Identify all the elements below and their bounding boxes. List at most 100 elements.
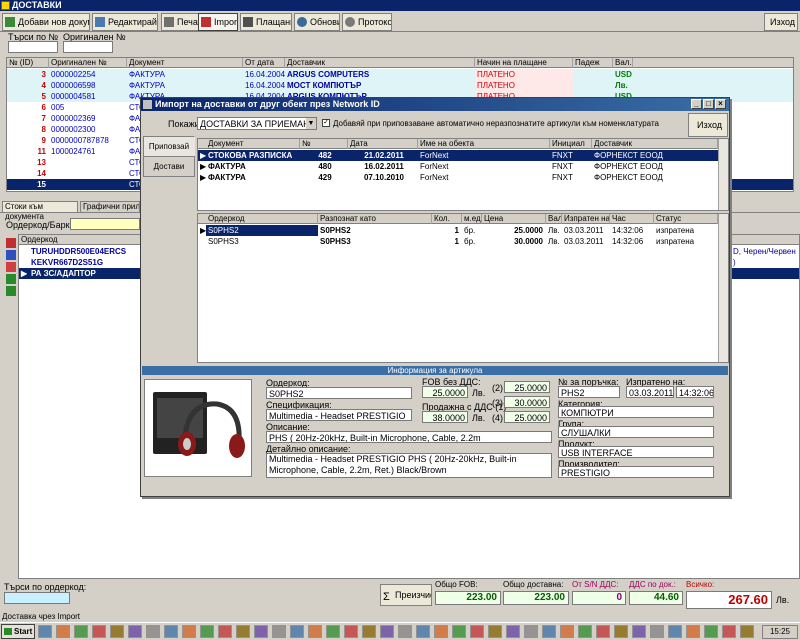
product-field[interactable]: USB INTERFACE — [558, 446, 714, 458]
close-icon[interactable]: × — [715, 99, 726, 109]
price2-field[interactable]: 25.0000 — [504, 381, 550, 393]
taskbar-app-icon[interactable] — [110, 625, 124, 638]
lines-scrollbar[interactable] — [718, 214, 728, 362]
document-row-selected[interactable]: ▶ СТОКОВА РАЗПИСКА 482 21.02.2011 ForNext FNX… — [198, 150, 718, 161]
add-document-button[interactable]: Добави нов документ — [2, 13, 90, 31]
dialog-exit-button[interactable]: Изход — [688, 113, 728, 137]
barcode-input[interactable] — [70, 218, 140, 230]
line-row[interactable]: S0PHS3 S0PHS3 1 бр. 30.0000 Лв. 03.03.2011 14:3… — [198, 236, 718, 247]
spec-field[interactable]: Multimedia - Headset PRESTIGIO — [266, 409, 412, 421]
cell-date: 16.04.2004 — [245, 81, 285, 90]
cell-cur: Лв. — [615, 81, 628, 90]
taskbar-app-icon[interactable] — [704, 625, 718, 638]
cell-init: FNXT — [552, 151, 573, 160]
tab-deliveries[interactable]: Достави — [143, 156, 195, 177]
auto-add-checkbox[interactable]: ✓ — [322, 119, 330, 127]
exit-button[interactable]: Изход — [764, 13, 798, 31]
maker-field[interactable]: PRESTIGIO — [558, 466, 714, 478]
sale-field[interactable]: 38.0000 — [422, 411, 468, 423]
taskbar-app-icon[interactable] — [218, 625, 232, 638]
edit-button[interactable]: Редактирай — [92, 13, 158, 31]
taskbar-app-icon[interactable] — [470, 625, 484, 638]
price3-field[interactable]: 30.0000 — [504, 396, 550, 408]
taskbar-app-icon[interactable] — [560, 625, 574, 638]
taskbar-app-icon[interactable] — [722, 625, 736, 638]
taskbar-app-icon[interactable] — [596, 625, 610, 638]
taskbar-app-icon[interactable] — [452, 625, 466, 638]
tab-receive[interactable]: Приповзай — [143, 136, 195, 157]
tab-graphs[interactable]: Графични прилож — [80, 201, 140, 213]
taskbar-app-icon[interactable] — [506, 625, 520, 638]
cell-time: 14:32:06 — [612, 226, 644, 235]
taskbar-app-icon[interactable] — [650, 625, 664, 638]
start-button[interactable]: Start — [1, 624, 35, 639]
arrow-icon[interactable] — [6, 262, 16, 272]
group-field[interactable]: СЛУШАЛКИ — [558, 426, 714, 438]
protocol-button[interactable]: Протокол — [342, 13, 392, 31]
category-field[interactable]: КОМПЮТРИ — [558, 406, 714, 418]
taskbar-app-icon[interactable] — [614, 625, 628, 638]
ordercode-field[interactable]: S0PHS2 — [266, 387, 412, 399]
taskbar-app-icon[interactable] — [668, 625, 682, 638]
detail-field[interactable]: Multimedia - Headset PRESTIGIO PHS ( 20H… — [266, 453, 552, 478]
sent-date-field[interactable]: 03.03.2011 — [626, 386, 674, 398]
add-item-icon[interactable] — [6, 238, 16, 248]
document-row[interactable]: ▶ ФАКТУРА 429 07.10.2010 ForNext FNXT ФОРНЕКСТ… — [198, 172, 718, 183]
footer-search-input[interactable] — [4, 592, 70, 604]
documents-grid[interactable]: Документ № Дата Име на обекта Инициал До… — [197, 138, 729, 211]
taskbar-app-icon[interactable] — [398, 625, 412, 638]
taskbar-app-icon[interactable] — [182, 625, 196, 638]
taskbar-app-icon[interactable] — [686, 625, 700, 638]
maximize-icon[interactable]: □ — [703, 99, 714, 109]
payments-button[interactable]: Плащания — [240, 13, 292, 31]
show-select[interactable]: ДОСТАВКИ ЗА ПРИЕМАНЕ ▼ — [197, 117, 317, 130]
tab-items[interactable]: Стоки към документа — [2, 201, 78, 221]
taskbar-app-icon[interactable] — [542, 625, 556, 638]
taskbar-app-icon[interactable] — [200, 625, 214, 638]
taskbar-app-icon[interactable] — [74, 625, 88, 638]
search-by-no-input[interactable] — [8, 41, 58, 53]
price4-field[interactable]: 25.0000 — [504, 411, 550, 423]
table-row[interactable]: 3 0000002254 ФАКТУРА 16.04.2004 ARGUS COMPUT… — [7, 69, 793, 80]
taskbar-app-icon[interactable] — [272, 625, 286, 638]
taskbar-app-icon[interactable] — [308, 625, 322, 638]
taskbar-app-icon[interactable] — [290, 625, 304, 638]
documents-scrollbar[interactable] — [718, 139, 728, 210]
table-row[interactable]: 4 0000006598 ФАКТУРА 16.04.2004 МОСТ КОМПЮТЪ… — [7, 80, 793, 91]
recalc-button[interactable]: ΣПреизчисли — [380, 584, 432, 606]
taskbar-app-icon[interactable] — [236, 625, 250, 638]
line-row-selected[interactable]: ▶ S0PHS2 S0PHS2 1 бр. 25.0000 Лв. 03.03.2011 14:… — [198, 225, 718, 236]
taskbar-app-icon[interactable] — [92, 625, 106, 638]
sent-time-field[interactable]: 14:32:06 — [676, 386, 714, 398]
taskbar-app-icon[interactable] — [362, 625, 376, 638]
document-row[interactable]: ▶ ФАКТУРА 480 16.02.2011 ForNext FNXT ФОРНЕКСТ… — [198, 161, 718, 172]
cell-supplier: ФОРНЕКСТ ЕООД — [594, 162, 663, 171]
taskbar-app-icon[interactable] — [128, 625, 142, 638]
original-no-input[interactable] — [63, 41, 113, 53]
taskbar-app-icon[interactable] — [56, 625, 70, 638]
import-button[interactable]: Import — [198, 13, 238, 31]
taskbar-app-icon[interactable] — [434, 625, 448, 638]
taskbar-app-icon[interactable] — [524, 625, 538, 638]
taskbar-app-icon[interactable] — [344, 625, 358, 638]
taskbar-app-icon[interactable] — [326, 625, 340, 638]
swap-icon[interactable] — [6, 250, 16, 260]
taskbar-app-icon[interactable] — [146, 625, 160, 638]
taskbar-app-icon[interactable] — [740, 625, 754, 638]
lines-grid[interactable]: Ордеркод Разпознат като Кол. м.ед. Цена … — [197, 213, 729, 363]
taskbar-app-icon[interactable] — [380, 625, 394, 638]
taskbar-app-icon[interactable] — [164, 625, 178, 638]
excel-icon[interactable] — [6, 274, 16, 284]
taskbar-app-icon[interactable] — [578, 625, 592, 638]
minimize-icon[interactable]: _ — [691, 99, 702, 109]
taskbar-app-icon[interactable] — [38, 625, 52, 638]
order-no-field[interactable]: PHS2 — [558, 386, 620, 398]
taskbar-app-icon[interactable] — [416, 625, 430, 638]
export-icon[interactable] — [6, 286, 16, 296]
fob-field[interactable]: 25.0000 — [422, 386, 468, 398]
refresh-button[interactable]: Обнови — [294, 13, 340, 31]
taskbar-app-icon[interactable] — [254, 625, 268, 638]
taskbar-app-icon[interactable] — [488, 625, 502, 638]
taskbar-app-icon[interactable] — [632, 625, 646, 638]
desc-field[interactable]: PHS ( 20Hz-20kHz, Built-in Microphone, C… — [266, 431, 552, 443]
